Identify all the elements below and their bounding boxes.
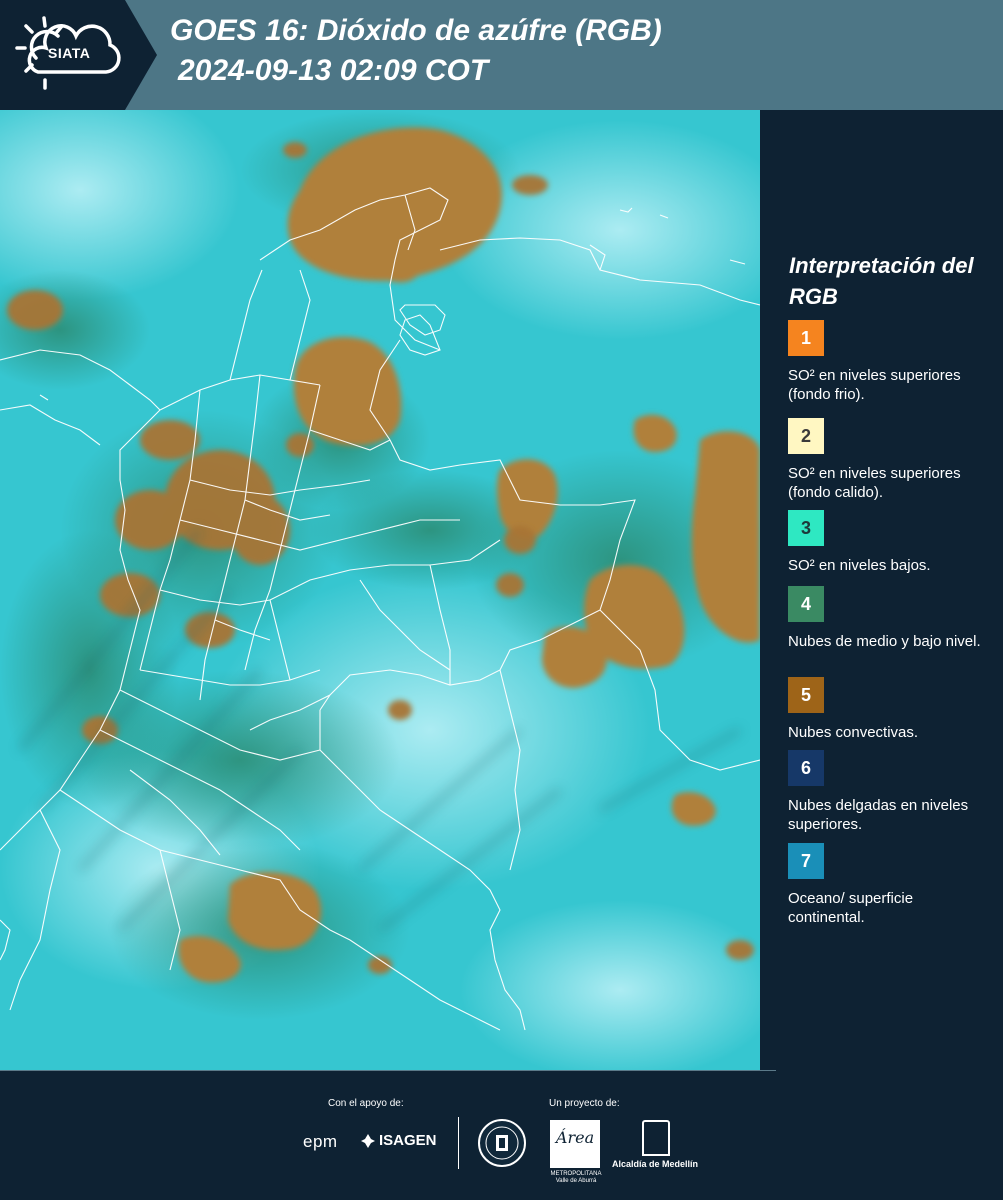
timestamp-title: 2024-09-13 02:09 COT	[178, 54, 489, 87]
satellite-rgb-image	[0, 110, 760, 1070]
legend-label-6: Nubes delgadas en niveles superiores.	[788, 797, 969, 833]
page-title: GOES 16: Dióxido de azúfre (RGB)	[170, 14, 662, 47]
footer-divider-line	[0, 1070, 776, 1071]
legend-swatch-2: 2	[788, 418, 824, 454]
legend-item-4: 4 Nubes de medio y bajo nivel.	[788, 586, 993, 651]
support-label: Con el apoyo de:	[328, 1098, 404, 1109]
alcaldia-shield-icon	[642, 1120, 670, 1156]
legend-swatch-4: 4	[788, 586, 824, 622]
legend-swatch-6: 6	[788, 750, 824, 786]
legend-item-7: 7 Oceano/ superficie continental.	[788, 843, 993, 927]
legend-item-1: 1 SO² en niveles superiores (fondo frio)…	[788, 320, 993, 404]
project-label: Un proyecto de:	[549, 1098, 620, 1109]
siata-logo-text: SIATA	[48, 45, 91, 61]
legend-title: Interpretación del RGB	[789, 253, 974, 309]
isagen-mark-icon	[361, 1133, 375, 1148]
satellite-map	[0, 110, 760, 1070]
isagen-label: ISAGEN	[379, 1132, 437, 1149]
legend-label-7: Oceano/ superficie continental.	[788, 890, 914, 926]
legend-label-3: SO² en niveles bajos.	[788, 557, 931, 574]
epm-logo: epm	[303, 1132, 338, 1151]
legend-swatch-1: 1	[788, 320, 824, 356]
legend-swatch-5: 5	[788, 677, 824, 713]
legend-item-6: 6 Nubes delgadas en niveles superiores.	[788, 750, 993, 834]
footer-separator	[458, 1117, 459, 1169]
legend-item-5: 5 Nubes convectivas.	[788, 677, 993, 742]
legend-label-2: SO² en niveles superiores (fondo calido)…	[788, 465, 961, 501]
legend-swatch-7: 7	[788, 843, 824, 879]
legend-label-5: Nubes convectivas.	[788, 724, 919, 741]
area-metropolitana-subtitle: METROPOLITANA Valle de Aburrá	[550, 1171, 602, 1184]
isagen-logo: ISAGEN	[360, 1132, 437, 1149]
header-bar: SIATA GOES 16: Dióxido de azúfre (RGB) 2…	[0, 0, 1003, 110]
legend-item-2: 2 SO² en niveles superiores (fondo calid…	[788, 418, 993, 502]
legend-item-3: 3 SO² en niveles bajos.	[788, 510, 993, 575]
area-metropolitana-logo: Área	[550, 1120, 600, 1168]
legend-panel: Interpretación del RGB 1 SO² en niveles …	[760, 110, 1003, 1070]
medellin-seal-icon	[478, 1119, 526, 1167]
legend-label-4: Nubes de medio y bajo nivel.	[788, 633, 981, 650]
footer: Con el apoyo de: Un proyecto de: epm ISA…	[0, 1070, 1003, 1200]
legend-label-1: SO² en niveles superiores (fondo frio).	[788, 367, 961, 403]
legend-swatch-3: 3	[788, 510, 824, 546]
alcaldia-label: Alcaldía de Medellín	[612, 1159, 699, 1169]
